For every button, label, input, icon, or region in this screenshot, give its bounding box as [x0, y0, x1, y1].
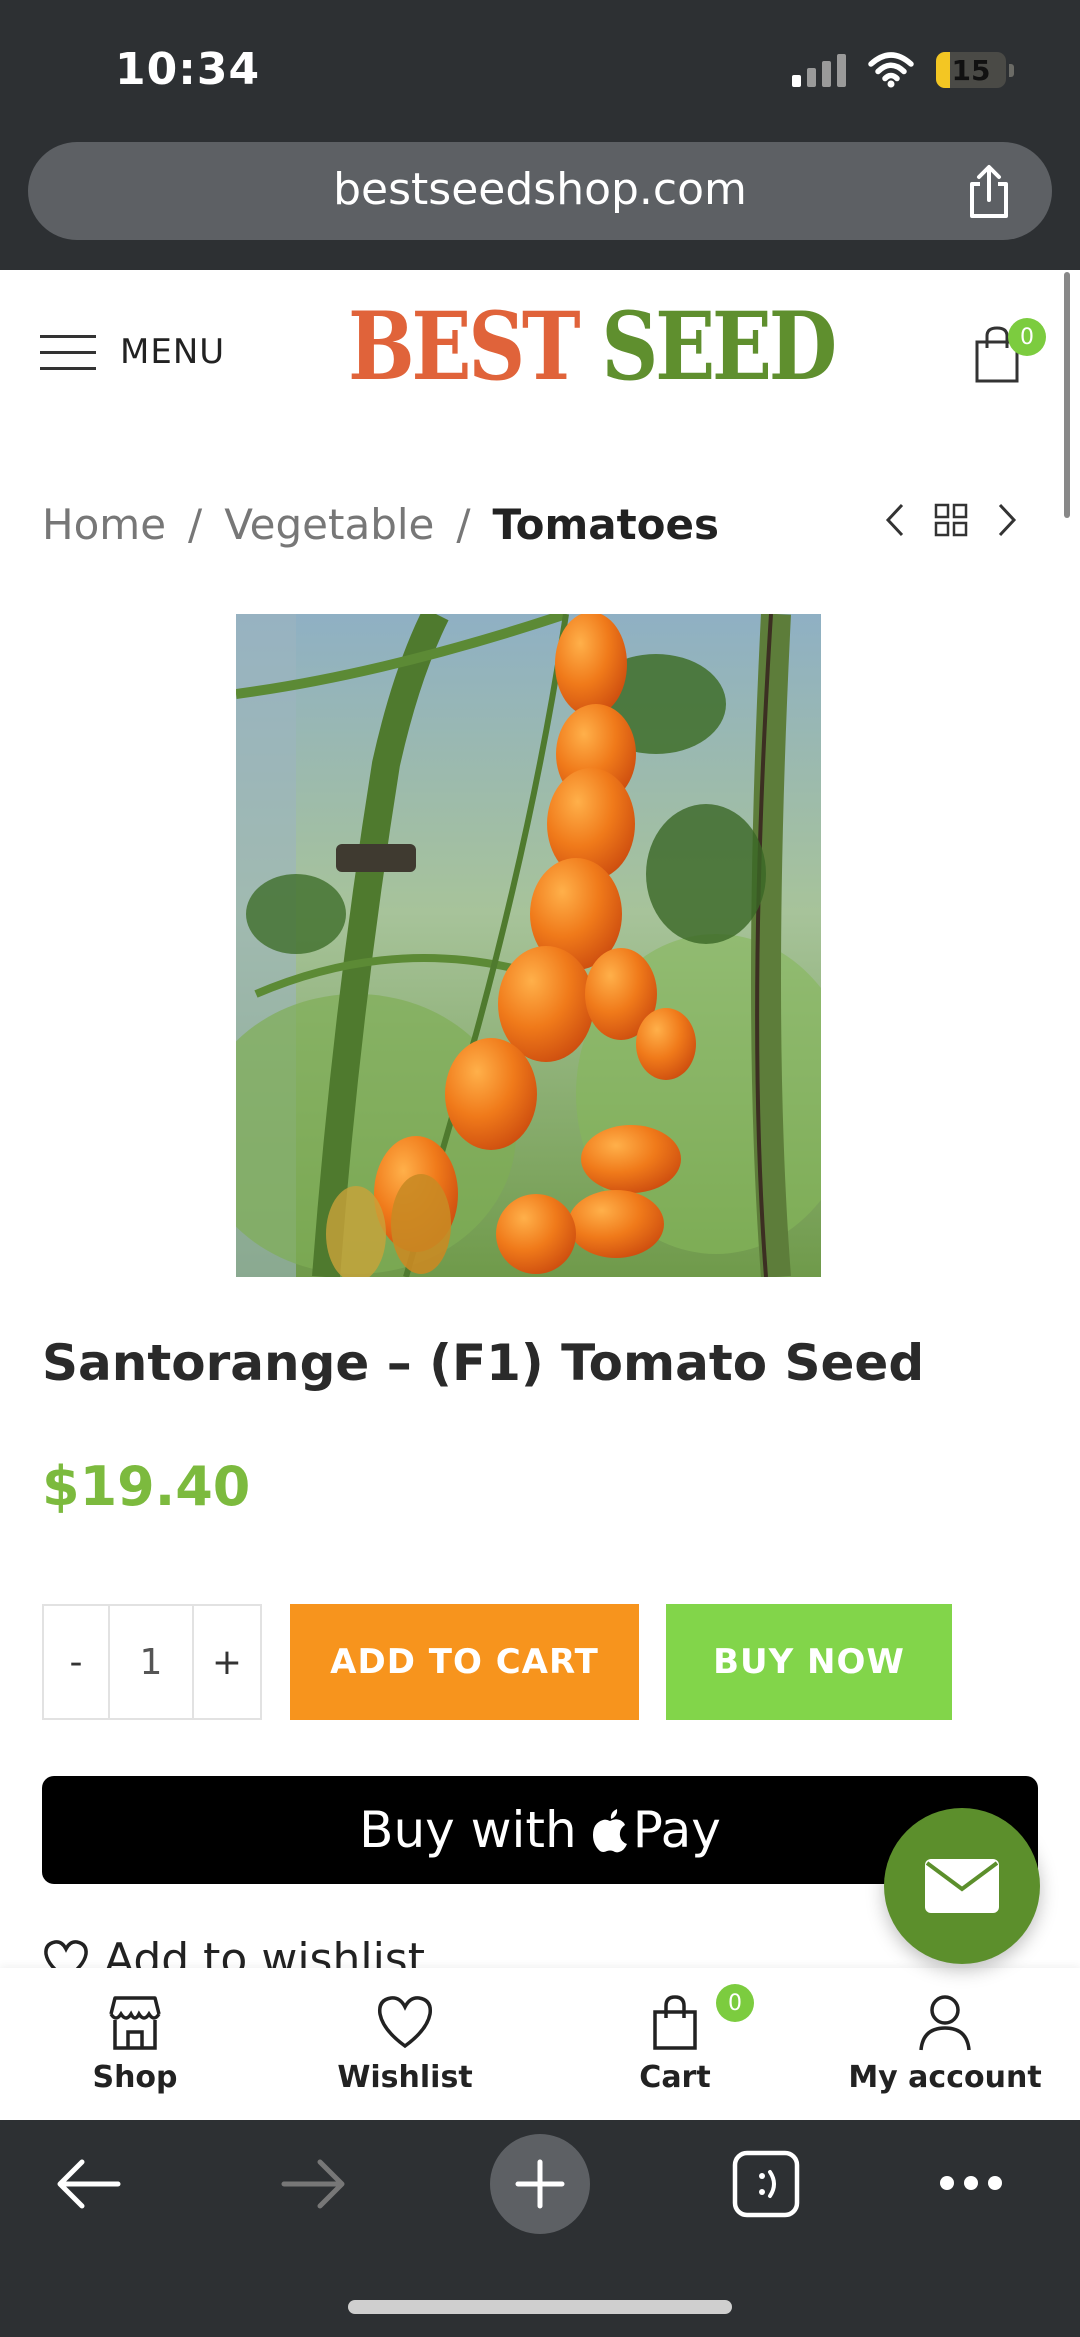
- tab-label-wishlist: Wishlist: [337, 2060, 473, 2095]
- message-button[interactable]: [884, 1808, 1040, 1964]
- tab-label-shop: Shop: [92, 2060, 178, 2095]
- store-icon: [109, 1996, 161, 2050]
- hamburger-icon: [40, 333, 96, 371]
- breadcrumb-current: Tomatoes: [492, 500, 719, 549]
- user-icon: [919, 1995, 971, 2051]
- tab-label-my-account: My account: [848, 2060, 1042, 2095]
- apple-logo-icon: [592, 1809, 627, 1853]
- product-price: $19.40: [42, 1455, 251, 1518]
- home-indicator[interactable]: [348, 2300, 732, 2314]
- chevron-left-icon[interactable]: [884, 502, 906, 538]
- menu-label: MENU: [120, 332, 226, 372]
- share-icon[interactable]: [962, 164, 1016, 220]
- site-logo[interactable]: BEST SEED: [348, 300, 837, 394]
- bottom-tab-bar: Shop Wishlist 0 Cart My account: [0, 1968, 1080, 2120]
- status-icons: 15: [792, 48, 1014, 92]
- plus-icon: [515, 2159, 565, 2209]
- more-options-icon[interactable]: [938, 2174, 1004, 2192]
- header-cart-button[interactable]: 0: [970, 318, 1046, 384]
- add-to-cart-button[interactable]: ADD TO CART: [290, 1604, 639, 1720]
- page-scrollbar[interactable]: [1064, 272, 1070, 518]
- tomato-plant-photo: [236, 614, 821, 1277]
- cellular-signal-icon: [792, 53, 846, 87]
- breadcrumb-home[interactable]: Home: [42, 500, 166, 549]
- tab-cart[interactable]: 0 Cart: [540, 1968, 810, 2120]
- logo-text-seed: SEED: [601, 292, 837, 402]
- tab-label-cart: Cart: [639, 2060, 711, 2095]
- status-time: 10:34: [115, 44, 261, 95]
- header-cart-badge: 0: [1008, 318, 1046, 356]
- tab-my-account[interactable]: My account: [810, 1968, 1080, 2120]
- breadcrumb-separator: /: [456, 500, 471, 549]
- product-title: Santorange – (F1) Tomato Seed: [42, 1334, 925, 1392]
- url-text: bestseedshop.com: [333, 164, 747, 215]
- apple-pay-prefix: Buy with: [359, 1801, 577, 1859]
- envelope-icon: [925, 1859, 999, 1913]
- menu-button[interactable]: MENU: [40, 332, 225, 372]
- tab-shop[interactable]: Shop: [0, 1968, 270, 2120]
- wifi-icon: [868, 52, 914, 88]
- tab-wishlist[interactable]: Wishlist: [270, 1968, 540, 2120]
- battery-level: 15: [951, 53, 991, 87]
- tabs-icon[interactable]: [732, 2150, 800, 2218]
- quantity-decrease-button[interactable]: -: [44, 1606, 110, 1718]
- product-image[interactable]: [236, 614, 821, 1277]
- forward-arrow-icon[interactable]: [280, 2156, 348, 2212]
- browser-top-chrome: 10:34 15 bestseedshop.com: [0, 0, 1080, 270]
- site-header: MENU BEST SEED 0: [0, 270, 1080, 430]
- breadcrumb-separator: /: [188, 500, 203, 549]
- quantity-stepper: - 1 +: [42, 1604, 262, 1720]
- new-tab-button[interactable]: [490, 2134, 590, 2234]
- breadcrumb: Home / Vegetable / Tomatoes: [42, 500, 719, 549]
- breadcrumb-vegetable[interactable]: Vegetable: [224, 500, 434, 549]
- quantity-increase-button[interactable]: +: [194, 1606, 260, 1718]
- back-arrow-icon[interactable]: [54, 2156, 122, 2212]
- product-navigation: [884, 502, 1018, 538]
- heart-icon: [377, 1996, 433, 2049]
- apple-pay-brand: Pay: [632, 1801, 721, 1859]
- address-bar[interactable]: bestseedshop.com: [28, 142, 1052, 240]
- buy-now-button[interactable]: BUY NOW: [666, 1604, 952, 1720]
- shopping-bag-icon: [653, 1995, 697, 2050]
- grid-icon[interactable]: [934, 503, 968, 537]
- chevron-right-icon[interactable]: [996, 502, 1018, 538]
- logo-text-best: BEST: [348, 292, 581, 402]
- quantity-input[interactable]: 1: [110, 1606, 194, 1718]
- tab-cart-badge: 0: [716, 1984, 754, 2022]
- battery-icon: 15: [936, 52, 1014, 88]
